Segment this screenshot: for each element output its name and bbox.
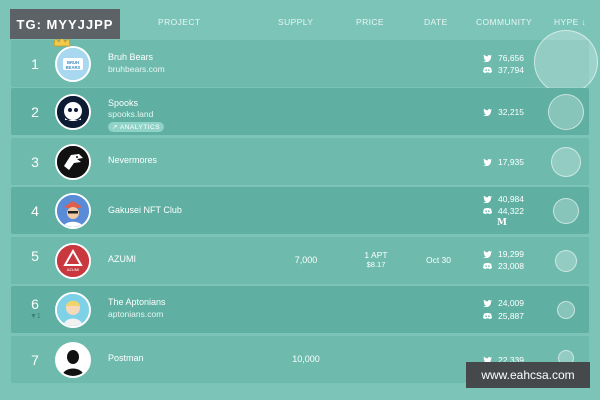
discord-stat: 23,008 [483,260,524,271]
discord-stat: 25,887 [483,310,524,321]
analytics-button[interactable]: ↗ ANALYTICS [108,122,165,132]
project-name[interactable]: Bruh Bears [108,52,153,62]
table-row[interactable]: 5 AZUMI AZUMI 7,000 1 APT $8.17 Oct 30 1… [11,237,589,284]
header-hype-sort[interactable]: HYPE ↓ [554,17,586,27]
table-row[interactable]: 2 Spooks spooks.land ↗ ANALYTICS 32,215 [11,88,589,135]
twitter-stat: 17,935 [483,156,524,167]
twitter-stat: 19,299 [483,248,524,259]
project-site[interactable]: spooks.land [108,109,153,119]
rank-change: ▼1 [30,313,41,320]
twitter-stat: 76,656 [483,52,524,63]
project-site[interactable]: bruhbears.com [108,64,165,74]
twitter-stat: 32,215 [483,106,524,117]
discord-icon [483,207,492,214]
analytics-label: ANALYTICS [119,124,161,131]
discord-count: 37,794 [498,64,524,75]
discord-icon [483,312,492,319]
avatar: AZUMI [55,243,91,279]
twitter-count: 17,935 [498,156,524,167]
rank: 5 [31,248,39,264]
hype-bubble[interactable] [548,94,584,130]
svg-text:BEARS: BEARS [66,65,81,70]
price-apt: 1 APT [364,250,388,260]
chart-icon: ↗ [112,124,120,131]
telegram-badge: TG: MYYJJPP [10,9,120,39]
medium-icon[interactable]: M [497,218,507,228]
table-row[interactable]: 1 BRUH BEARS Bruh Bears bruhbears.com 76… [11,40,589,87]
twitter-count: 40,984 [498,193,524,204]
hype-bubble[interactable] [555,250,577,272]
header-community[interactable]: COMMUNITY [476,17,532,27]
twitter-icon [483,158,492,166]
project-name[interactable]: Nevermores [108,155,157,165]
header-supply[interactable]: SUPPLY [278,17,313,27]
twitter-icon [483,299,492,307]
avatar: BRUH BEARS [55,46,91,82]
avatar [55,292,91,328]
twitter-stat: 24,009 [483,297,524,308]
rank: 6 [31,296,39,312]
twitter-icon [483,54,492,62]
twitter-icon [483,250,492,258]
supply-value: 7,000 [294,255,318,265]
header-price[interactable]: PRICE [356,17,384,27]
hype-bubble[interactable] [557,301,575,319]
rank: 1 [31,56,39,72]
project-name[interactable]: Postman [108,353,144,363]
discord-count: 25,887 [498,310,524,321]
twitter-stat: 40,984 [483,193,524,204]
discord-icon [483,66,492,73]
table-row[interactable]: 6 ▼1 The Aptonians aptonians.com 24,009 … [11,286,589,333]
discord-stat: 44,322 [483,205,524,216]
twitter-icon [483,108,492,116]
discord-count: 44,322 [498,205,524,216]
discord-stat: 37,794 [483,64,524,75]
supply-value: 10,000 [292,354,320,364]
hype-bubble[interactable] [534,30,598,94]
project-name[interactable]: Gakusei NFT Club [108,205,182,215]
rank: 4 [31,203,39,219]
avatar [55,94,91,130]
azumi-logo-text: AZUMI [67,267,79,272]
twitter-count: 32,215 [498,106,524,117]
watermark: www.eahcsa.com [466,362,590,388]
rank: 2 [31,104,39,120]
hype-bubble[interactable] [553,198,579,224]
twitter-count: 24,009 [498,297,524,308]
rank: 3 [31,154,39,170]
discord-icon [483,262,492,269]
avatar [55,193,91,229]
hype-bubble[interactable] [551,147,581,177]
table-row[interactable]: 4 Gakusei NFT Club 40,984 44,322 M [11,187,589,234]
twitter-icon [483,195,492,203]
project-name[interactable]: The Aptonians [108,297,166,307]
avatar [55,144,91,180]
discord-count: 23,008 [498,260,524,271]
price-usd: $8.17 [366,260,386,269]
avatar [55,342,91,378]
twitter-count: 19,299 [498,248,524,259]
header-date[interactable]: DATE [424,17,448,27]
project-name[interactable]: Spooks [108,98,138,108]
table-row[interactable]: 3 Nevermores 17,935 [11,138,589,185]
mint-date: Oct 30 [425,255,452,265]
price-value: 1 APT $8.17 [351,250,401,269]
project-name[interactable]: AZUMI [108,254,136,264]
rank: 7 [31,352,39,368]
twitter-count: 76,656 [498,52,524,63]
project-site[interactable]: aptonians.com [108,309,163,319]
header-project[interactable]: PROJECT [158,17,200,27]
